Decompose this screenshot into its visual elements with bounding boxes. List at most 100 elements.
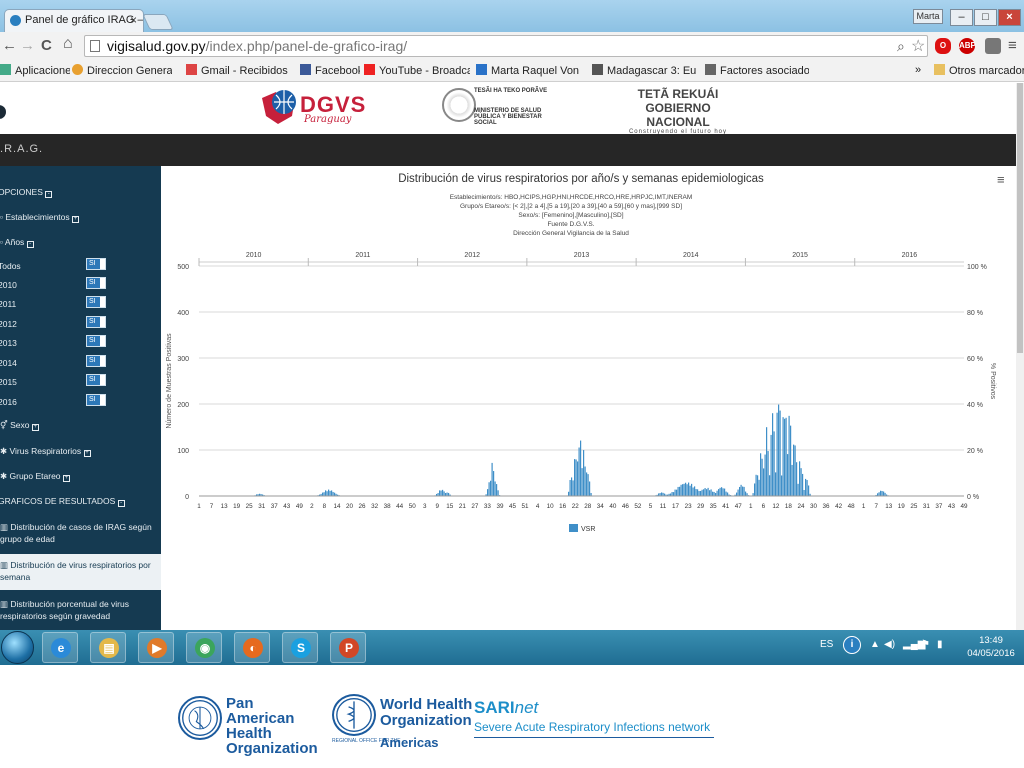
calendar-icon: ▫ bbox=[0, 237, 4, 247]
toggle-2013[interactable]: SI bbox=[86, 335, 106, 347]
vsr-bar bbox=[802, 473, 804, 496]
vsr-bar bbox=[683, 483, 685, 496]
vsr-bar bbox=[878, 492, 880, 496]
language-indicator[interactable]: ES bbox=[820, 639, 833, 650]
sidebar-sexo[interactable]: ⚥ Sexo + bbox=[0, 420, 39, 431]
x-tick-label: 22 bbox=[572, 503, 580, 510]
system-clock[interactable]: 13:49 04/05/2016 bbox=[962, 634, 1020, 660]
tab-favicon-icon bbox=[10, 15, 21, 26]
x-tick-label: 1 bbox=[862, 503, 866, 510]
vsr-bar bbox=[739, 486, 741, 496]
toggle-todos[interactable]: SI bbox=[86, 258, 106, 270]
x-tick-label: 19 bbox=[233, 503, 241, 510]
home-icon[interactable]: ⌂ bbox=[63, 35, 73, 53]
sarinet-title: SARInet bbox=[474, 698, 714, 718]
sidebar-virus[interactable]: ✱ Virus Respiratorios + bbox=[0, 446, 91, 457]
x-tick-label: 28 bbox=[584, 503, 592, 510]
youtube-icon bbox=[364, 64, 375, 75]
other-bookmarks[interactable]: Otros marcadores bbox=[934, 64, 1024, 77]
firefox-taskbar-button[interactable]: ◐ bbox=[234, 632, 270, 663]
chrome-taskbar-button[interactable]: ◉ bbox=[186, 632, 222, 663]
action-center-icon[interactable]: ⚑ bbox=[921, 639, 930, 650]
sidebar-grupo[interactable]: ✱ Grupo Etareo + bbox=[0, 471, 70, 482]
legend-swatch[interactable] bbox=[569, 524, 578, 532]
scrollbar-thumb[interactable] bbox=[1017, 83, 1023, 353]
media-player-taskbar-button[interactable]: ▶ bbox=[138, 632, 174, 663]
bookmark-youtube[interactable]: YouTube - Broadcast bbox=[364, 64, 470, 77]
bookmark-direccion[interactable]: Direccion General de bbox=[72, 64, 172, 77]
vsr-bar bbox=[326, 491, 328, 496]
tab-close-icon[interactable]: × bbox=[130, 13, 137, 27]
bookmark-star-icon[interactable]: ☆ bbox=[911, 36, 925, 56]
skype-taskbar-button[interactable]: S bbox=[282, 632, 318, 663]
close-window-button[interactable]: × bbox=[998, 9, 1021, 26]
clock-time: 13:49 bbox=[979, 635, 1003, 646]
start-button[interactable] bbox=[1, 631, 34, 664]
sidebar-anios[interactable]: ▫ Años - bbox=[0, 237, 34, 248]
vsr-bar bbox=[781, 475, 783, 496]
x-tick-label: 46 bbox=[622, 503, 630, 510]
sidebar-opciones[interactable]: OPCIONES - bbox=[0, 187, 53, 198]
address-bar[interactable]: vigisalud.gov.py/index.php/panel-de-graf… bbox=[84, 35, 928, 57]
vsr-bar bbox=[800, 468, 802, 496]
y-tick-label: 200 bbox=[177, 402, 189, 409]
x-tick-label: 35 bbox=[710, 503, 718, 510]
zoom-icon[interactable]: ⌕ bbox=[897, 38, 905, 55]
toggle-2016[interactable]: SI bbox=[86, 394, 106, 406]
vsr-bar bbox=[703, 489, 705, 496]
vsr-bar bbox=[782, 417, 784, 496]
toggle-2011[interactable]: SI bbox=[86, 296, 106, 308]
chart-menu-icon[interactable]: ≡ bbox=[997, 172, 1005, 187]
opera-icon[interactable]: O bbox=[935, 38, 951, 54]
vsr-bar bbox=[808, 485, 810, 496]
y2-tick-label: 40 % bbox=[967, 402, 983, 409]
back-icon[interactable]: ← bbox=[2, 37, 17, 54]
ie-taskbar-button[interactable]: e bbox=[42, 632, 78, 663]
volume-icon[interactable]: ◀) bbox=[884, 639, 895, 650]
toggle-2012[interactable]: SI bbox=[86, 316, 106, 328]
bookmark-facebook[interactable]: Facebook bbox=[300, 64, 360, 77]
window-user-badge[interactable]: Marta bbox=[913, 9, 943, 24]
explorer-taskbar-button[interactable]: ▤ bbox=[90, 632, 126, 663]
bookmark-apps[interactable]: Aplicaciones bbox=[0, 64, 70, 77]
new-tab-button[interactable] bbox=[142, 14, 174, 30]
vsr-bar bbox=[578, 447, 580, 496]
bookmark-madagascar[interactable]: Madagascar 3: Europ bbox=[592, 64, 696, 77]
vsr-bar bbox=[745, 491, 747, 496]
show-hidden-icons-icon[interactable]: ▲ bbox=[870, 639, 880, 650]
bookmark-gmail[interactable]: Gmail - Recibidos (3.2 bbox=[186, 64, 290, 77]
dgvs-globe-icon bbox=[262, 90, 296, 124]
forward-icon[interactable]: → bbox=[20, 37, 35, 54]
bookmark-outlook[interactable]: Marta Raquel Von Ho bbox=[476, 64, 580, 77]
minimize-button[interactable]: – bbox=[950, 9, 973, 26]
powerpoint-taskbar-button[interactable]: P bbox=[330, 632, 366, 663]
year-label: 2012 bbox=[464, 252, 480, 259]
bookmarks-more[interactable]: » bbox=[915, 64, 927, 76]
x-tick-label: 36 bbox=[823, 503, 831, 510]
adblock-icon[interactable]: ABP bbox=[959, 38, 976, 54]
info-icon[interactable]: i bbox=[843, 636, 861, 654]
x-tick-label: 23 bbox=[685, 503, 693, 510]
sidebar-graficos[interactable]: GRAFICOS DE RESULTADOS - bbox=[0, 496, 125, 507]
chrome-menu-icon[interactable]: ≡ bbox=[1008, 37, 1017, 54]
toggle-2010[interactable]: SI bbox=[86, 277, 106, 289]
bookmark-factores[interactable]: Factores asociados a bbox=[705, 64, 809, 77]
opciones-label: OPCIONES bbox=[0, 187, 43, 197]
link-virus-semana-active[interactable]: ▥ Distribución de virus respiratorios po… bbox=[0, 554, 161, 590]
toggle-2014[interactable]: SI bbox=[86, 355, 106, 367]
year-label: 2012 bbox=[0, 319, 17, 329]
toggle-2015[interactable]: SI bbox=[86, 374, 106, 386]
legend-label[interactable]: VSR bbox=[581, 526, 595, 533]
sidebar-establecimientos[interactable]: ▫ Establecimientos + bbox=[0, 212, 80, 223]
reload-icon[interactable]: C bbox=[41, 37, 52, 54]
maximize-button[interactable]: □ bbox=[974, 9, 997, 26]
x-tick-label: 41 bbox=[722, 503, 730, 510]
vsr-bar bbox=[794, 445, 796, 496]
page-scrollbar[interactable] bbox=[1016, 83, 1024, 630]
link-porcentual-gravedad[interactable]: ▥ Distribución porcentual de virus respi… bbox=[0, 598, 158, 622]
battery-icon[interactable]: ▮ bbox=[937, 639, 943, 650]
browser-tab[interactable]: Panel de gráfico IRAG – D × bbox=[4, 9, 144, 32]
extension-icon[interactable] bbox=[985, 38, 1001, 54]
link-casos-edad[interactable]: ▥ Distribución de casos de IRAG según gr… bbox=[0, 521, 158, 545]
vsr-bar bbox=[487, 489, 489, 496]
